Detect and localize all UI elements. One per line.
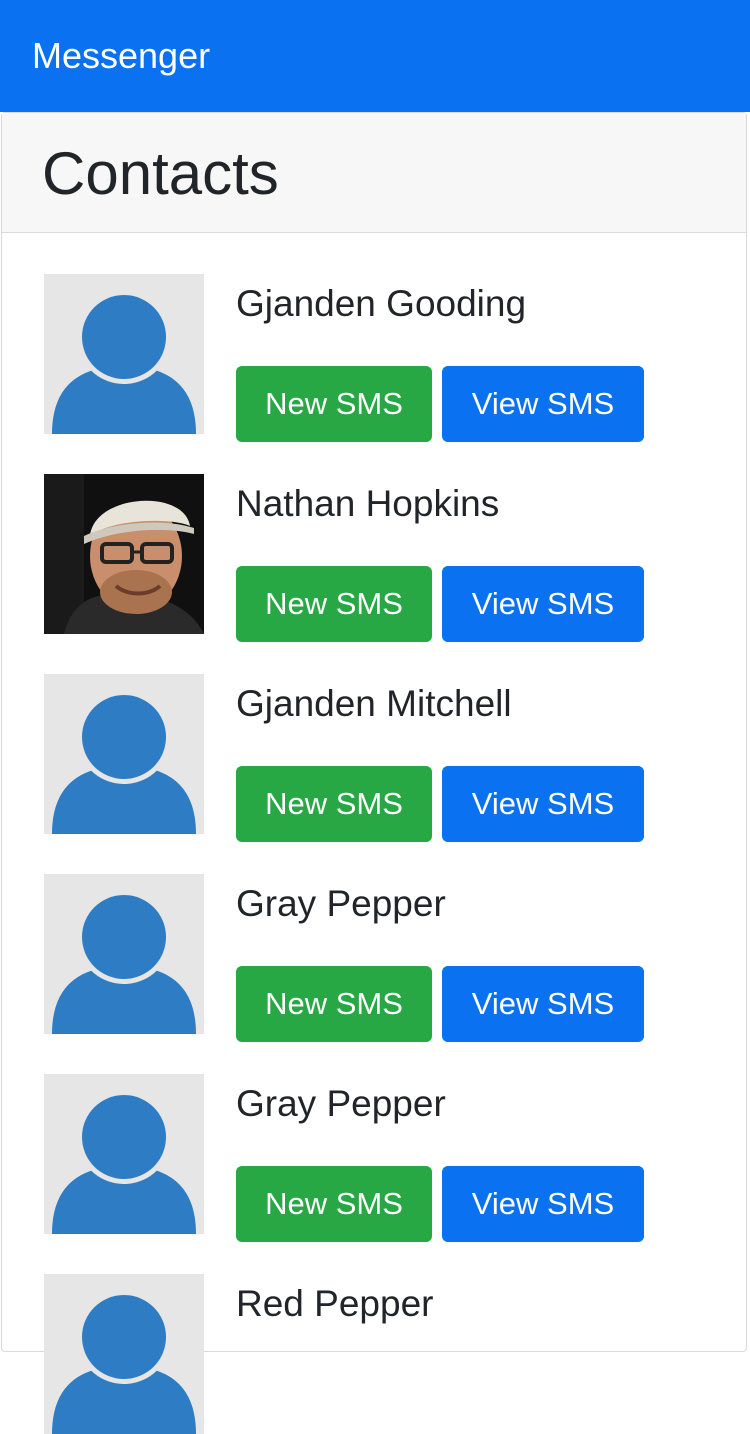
default-avatar-icon [44, 1074, 204, 1234]
new-sms-button[interactable]: New SMS [236, 366, 432, 442]
contact-item: Red Pepper [44, 1274, 684, 1434]
default-avatar-icon [44, 1274, 204, 1434]
contact-name: Gray Pepper [236, 883, 446, 924]
view-sms-button[interactable]: View SMS [442, 1166, 644, 1242]
default-avatar-icon [44, 674, 204, 834]
new-sms-button[interactable]: New SMS [236, 766, 432, 842]
page-title: Contacts [42, 140, 279, 207]
default-avatar-icon [44, 274, 204, 434]
contact-name: Red Pepper [236, 1283, 434, 1324]
contact-item: Nathan Hopkins New SMS View SMS [44, 474, 684, 642]
navbar-brand[interactable]: Messenger [32, 34, 210, 78]
new-sms-button[interactable]: New SMS [236, 566, 432, 642]
contact-name: Gjanden Mitchell [236, 683, 512, 724]
view-sms-button[interactable]: View SMS [442, 366, 644, 442]
new-sms-button[interactable]: New SMS [236, 1166, 432, 1242]
contacts-card: Contacts Gjanden Gooding New SMS View SM… [1, 112, 747, 1434]
view-sms-button[interactable]: View SMS [442, 966, 644, 1042]
contact-item: Gray Pepper New SMS View SMS [44, 874, 684, 1042]
view-sms-button[interactable]: View SMS [442, 566, 644, 642]
contact-name: Nathan Hopkins [236, 483, 500, 524]
card-header: Contacts [2, 113, 746, 233]
new-sms-button[interactable]: New SMS [236, 966, 432, 1042]
contact-name: Gray Pepper [236, 1083, 446, 1124]
contact-photo [44, 474, 204, 634]
contact-item: Gjanden Mitchell New SMS View SMS [44, 674, 684, 842]
default-avatar-icon [44, 874, 204, 1034]
contact-name: Gjanden Gooding [236, 283, 527, 324]
view-sms-button[interactable]: View SMS [442, 766, 644, 842]
contact-item: Gjanden Gooding New SMS View SMS [44, 274, 684, 442]
navbar: Messenger [0, 0, 750, 112]
contact-item: Gray Pepper New SMS View SMS [44, 1074, 684, 1242]
